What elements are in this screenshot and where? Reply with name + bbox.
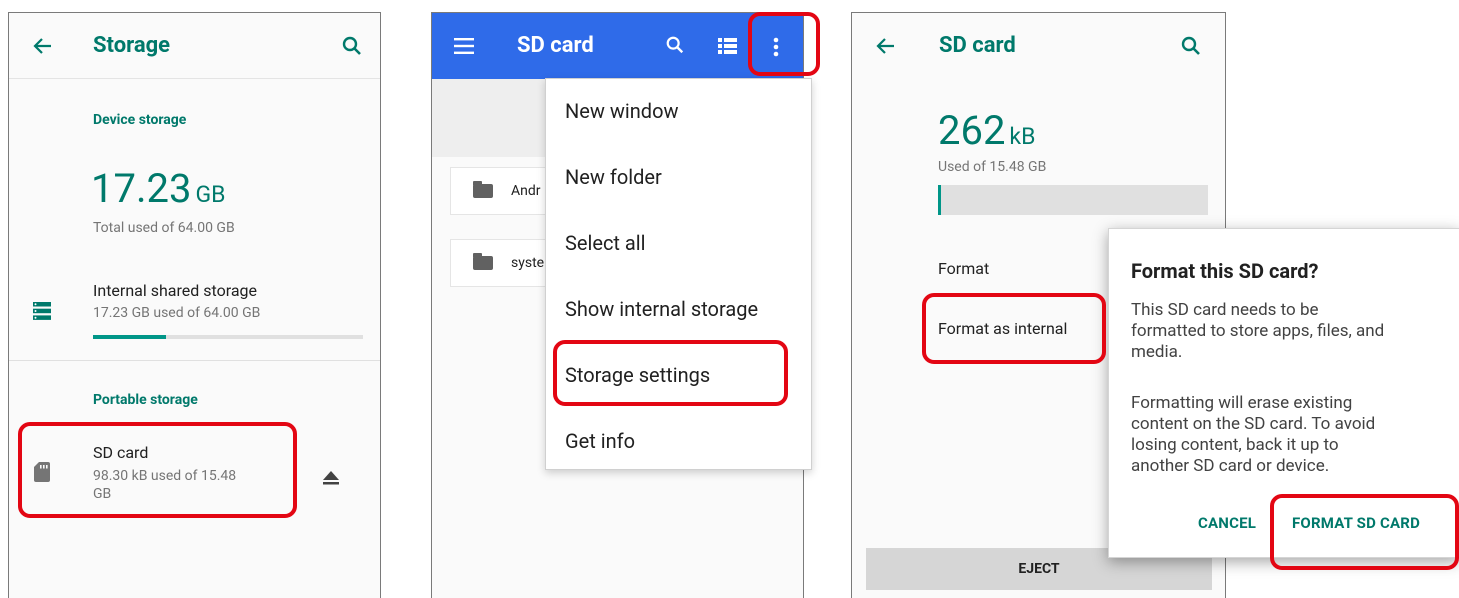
dialog-body-line: This SD card needs to be bbox=[1131, 300, 1319, 320]
dialog-body-line: formatted to store apps, files, and bbox=[1131, 321, 1385, 341]
search-icon[interactable] bbox=[665, 35, 685, 55]
eject-icon[interactable] bbox=[323, 471, 339, 485]
highlight-format-as-internal bbox=[922, 293, 1106, 364]
internal-storage-subtitle: 17.23 GB used of 64.00 GB bbox=[93, 305, 261, 321]
section-divider bbox=[9, 360, 380, 361]
sd-used-progress bbox=[938, 185, 1208, 215]
cancel-button[interactable]: CANCEL bbox=[1198, 514, 1256, 532]
files-title: SD card bbox=[517, 33, 594, 58]
sd-used-caption: Used of 15.48 GB bbox=[938, 159, 1047, 175]
dialog-title: Format this SD card? bbox=[1131, 259, 1319, 283]
total-used-value: 17.23 bbox=[91, 165, 192, 212]
sd-used-progress-fill bbox=[938, 185, 941, 215]
dialog-body-line: Formatting will erase existing bbox=[1131, 393, 1353, 413]
format-option[interactable]: Format bbox=[938, 259, 989, 278]
folder-name: Andr bbox=[511, 183, 541, 199]
total-used-readout: 17.23 GB bbox=[91, 165, 225, 212]
back-arrow-icon[interactable] bbox=[33, 36, 53, 56]
dialog-body-line: losing content, back it up to bbox=[1131, 435, 1339, 455]
dialog-body-paragraph-1: This SD card needs to be formatted to st… bbox=[1131, 300, 1449, 363]
storage-app-bar: Storage bbox=[9, 13, 380, 79]
menu-item-new-window[interactable]: New window bbox=[565, 99, 679, 123]
menu-item-get-info[interactable]: Get info bbox=[565, 429, 635, 453]
sd-card-title: SD card bbox=[939, 33, 1016, 58]
list-view-icon[interactable] bbox=[718, 38, 737, 54]
highlight-sd-card-item bbox=[18, 422, 297, 518]
highlight-format-sd-card-button bbox=[1270, 494, 1459, 570]
storage-title: Storage bbox=[93, 33, 171, 58]
total-used-unit: GB bbox=[195, 181, 226, 208]
search-icon[interactable] bbox=[1180, 35, 1202, 57]
hamburger-menu-icon[interactable] bbox=[454, 38, 474, 54]
total-used-caption: Total used of 64.00 GB bbox=[93, 220, 235, 236]
overflow-menu: New window New folder Select all Show in… bbox=[545, 78, 812, 470]
back-arrow-icon[interactable] bbox=[876, 36, 896, 56]
search-icon[interactable] bbox=[341, 35, 363, 57]
folder-name: syste bbox=[511, 255, 545, 271]
sd-used-readout: 262 kB bbox=[938, 107, 1035, 154]
dialog-body-line: media. bbox=[1131, 342, 1183, 362]
folder-icon bbox=[473, 181, 493, 198]
sd-card-app-bar: SD card bbox=[852, 13, 1225, 79]
internal-storage-progress bbox=[93, 335, 363, 339]
device-storage-header: Device storage bbox=[93, 112, 187, 128]
menu-item-new-folder[interactable]: New folder bbox=[565, 165, 662, 189]
internal-storage-progress-fill bbox=[93, 335, 166, 339]
folder-icon bbox=[473, 253, 493, 270]
sd-used-unit: kB bbox=[1009, 123, 1036, 150]
dialog-body-paragraph-2: Formatting will erase existing content o… bbox=[1131, 393, 1449, 477]
dialog-body-line: content on the SD card. To avoid bbox=[1131, 414, 1376, 434]
internal-storage-title: Internal shared storage bbox=[93, 281, 257, 300]
sd-used-value: 262 bbox=[938, 107, 1006, 154]
dialog-body-line: another SD card or device. bbox=[1131, 456, 1330, 476]
highlight-overflow-menu bbox=[748, 12, 820, 76]
highlight-storage-settings bbox=[553, 340, 788, 406]
menu-item-show-internal-storage[interactable]: Show internal storage bbox=[565, 297, 758, 321]
menu-item-select-all[interactable]: Select all bbox=[565, 231, 646, 255]
storage-stack-icon bbox=[33, 302, 51, 320]
portable-storage-header: Portable storage bbox=[93, 392, 198, 408]
